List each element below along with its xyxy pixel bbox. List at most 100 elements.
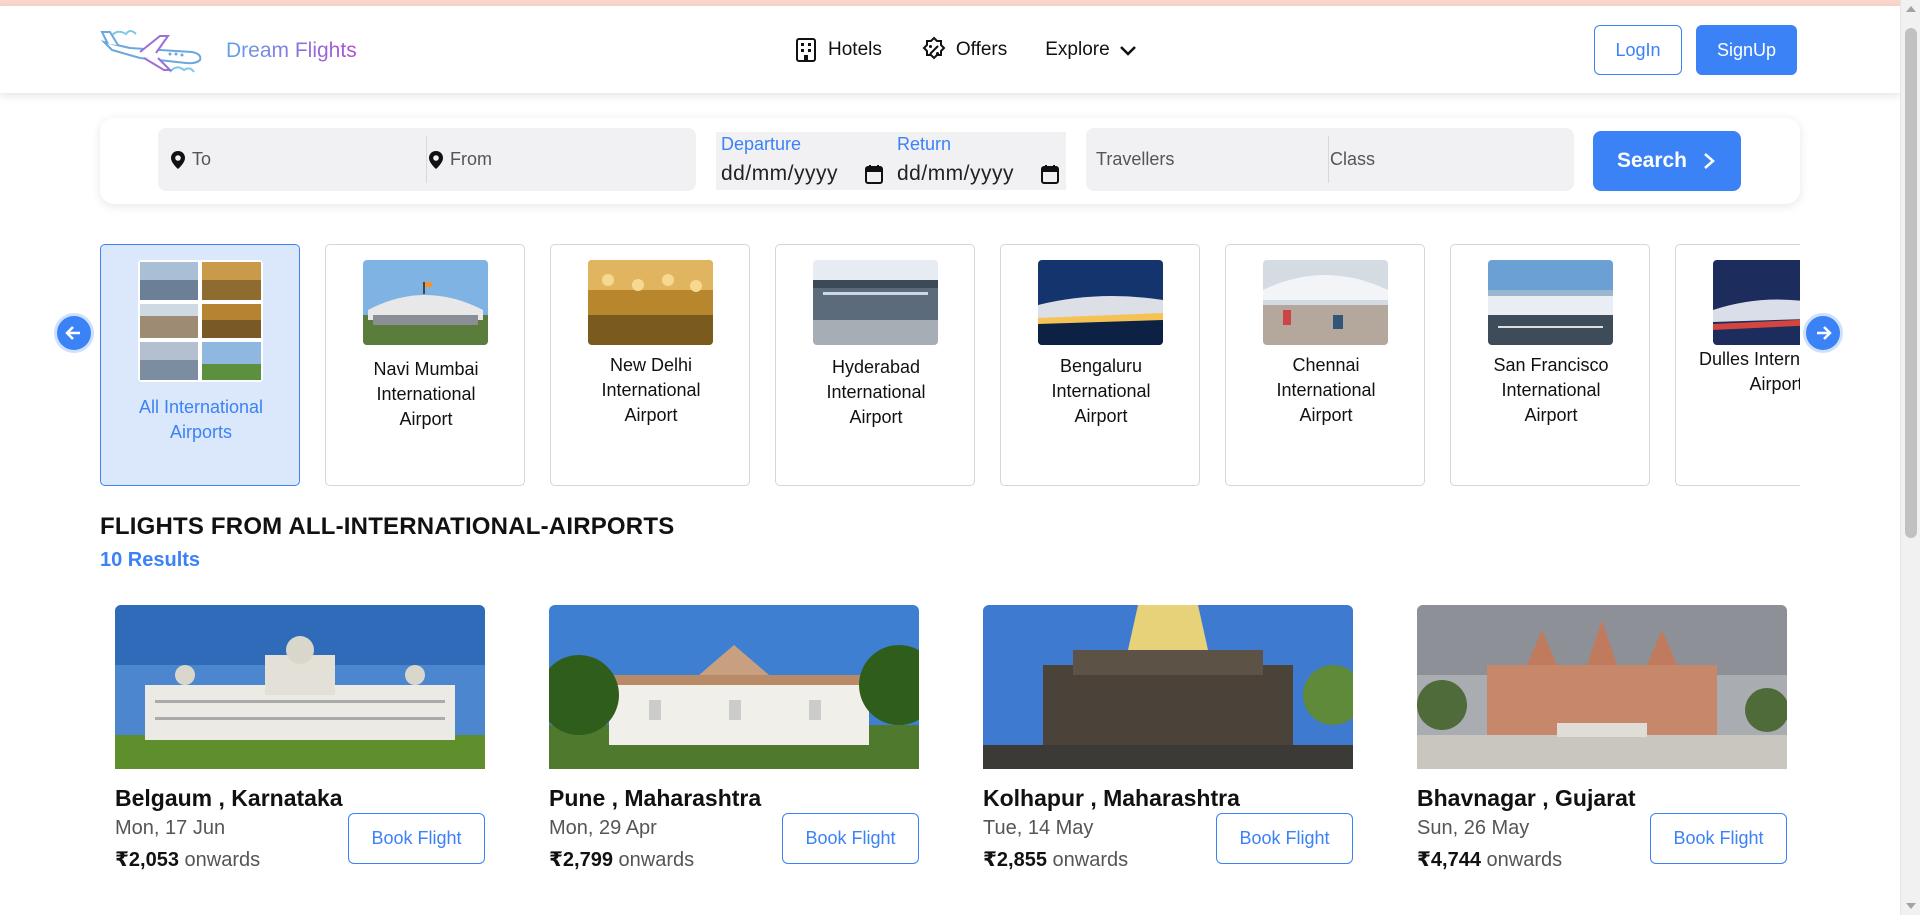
search-button-label: Search (1616, 149, 1688, 172)
flight-card: Pune , Maharashtra Mon, 29 Apr ₹2,799 on… (549, 605, 919, 875)
airplane-logo-icon (100, 30, 202, 73)
brand-name: Dream Flights (226, 39, 357, 62)
price-suffix: onwards (1046, 849, 1129, 871)
destination-city: Pune , Maharashtra (549, 785, 762, 811)
scroll-up-icon[interactable] (1906, 6, 1916, 12)
page-scrollbar[interactable] (1900, 0, 1920, 915)
nav-offers[interactable]: Offers (920, 36, 1007, 64)
date-fields: Departure dd/mm/yyyy Return dd/mm/yyyy (716, 132, 1066, 190)
place-fields: To From (158, 128, 696, 191)
departure-label: Departure (721, 134, 802, 154)
flight-price: ₹2,855 onwards (983, 847, 1128, 872)
flight-price: ₹4,744 onwards (1417, 847, 1562, 872)
book-flight-button[interactable]: Book Flight (348, 813, 485, 864)
chevron-down-icon (1119, 46, 1136, 56)
arrow-right-icon (1817, 326, 1832, 340)
airport-card-chennai[interactable]: Chennai International Airport (1225, 244, 1425, 486)
flight-price: ₹2,799 onwards (549, 847, 694, 872)
traveller-fields: Travellers Class (1086, 128, 1574, 191)
airport-name: New Delhi International Airport (601, 355, 701, 425)
airport-card-san-francisco[interactable]: San Francisco International Airport (1450, 244, 1650, 486)
airport-carousel: All International Airports Navi Mumbai I… (100, 244, 1800, 486)
airport-card-all[interactable]: All International Airports (100, 244, 300, 486)
airport-collage-image (138, 260, 263, 382)
price-suffix: onwards (1480, 849, 1563, 871)
departure-value: dd/mm/yyyy (721, 162, 839, 185)
airport-photo (813, 260, 938, 345)
travellers-placeholder: Travellers (1096, 149, 1175, 169)
return-date-input[interactable]: Return dd/mm/yyyy (892, 132, 1067, 190)
from-input[interactable]: From (428, 128, 688, 191)
search-button[interactable]: Search (1593, 131, 1741, 191)
airport-name: All International Airports (138, 397, 264, 442)
calendar-icon[interactable] (1041, 164, 1059, 184)
airport-photo (363, 260, 488, 345)
book-flight-button[interactable]: Book Flight (782, 813, 919, 864)
return-value: dd/mm/yyyy (897, 162, 1015, 185)
flight-date: Tue, 14 May (983, 817, 1094, 839)
airport-photo (588, 260, 713, 345)
airport-photo (1263, 260, 1388, 345)
flight-card: Kolhapur , Maharashtra Tue, 14 May ₹2,85… (983, 605, 1353, 875)
flight-date: Mon, 17 Jun (115, 817, 226, 839)
to-placeholder: To (192, 149, 212, 169)
flight-card: Bhavnagar , Gujarat Sun, 26 May ₹4,744 o… (1417, 605, 1787, 875)
main-nav: Hotels Offers Explore (792, 36, 1138, 64)
book-flight-button[interactable]: Book Flight (1216, 813, 1353, 864)
header: Dream Flights Hotels Offers Explore LogI… (0, 6, 1900, 93)
destination-photo (1417, 605, 1787, 769)
to-input[interactable]: To (170, 128, 425, 191)
airport-card-bengaluru[interactable]: Bengaluru International Airport (1000, 244, 1200, 486)
flight-date: Mon, 29 Apr (549, 817, 657, 839)
price-suffix: onwards (612, 849, 695, 871)
class-input[interactable]: Class (1330, 128, 1560, 191)
location-pin-icon (429, 150, 443, 169)
airport-photo (1713, 260, 1800, 345)
destination-city: Belgaum , Karnataka (115, 785, 343, 811)
results-count: 10 Results (100, 549, 201, 571)
auth-buttons: LogIn SignUp (1594, 25, 1797, 75)
divider (1328, 136, 1329, 183)
airport-name: Navi Mumbai International Airport (373, 359, 479, 429)
login-button[interactable]: LogIn (1594, 25, 1682, 75)
calendar-icon[interactable] (865, 164, 883, 184)
destination-photo (983, 605, 1353, 769)
brand-logo[interactable]: Dream Flights (100, 18, 357, 84)
nav-hotels-label: Hotels (828, 39, 882, 60)
nav-explore-dropdown[interactable]: Explore (1045, 39, 1137, 61)
airport-card-hyderabad[interactable]: Hyderabad International Airport (775, 244, 975, 486)
airport-card-navi-mumbai[interactable]: Navi Mumbai International Airport (325, 244, 525, 486)
travellers-input[interactable]: Travellers (1096, 128, 1316, 191)
carousel-next-button[interactable] (1803, 313, 1843, 353)
flight-price: ₹2,053 onwards (115, 847, 260, 872)
results-title: FLIGHTS FROM ALL-INTERNATIONAL-AIRPORTS (100, 513, 675, 540)
flight-search-panel: To From Departure dd/mm/yyyy Return dd/m… (100, 118, 1800, 204)
airport-photo (1488, 260, 1613, 345)
signup-button[interactable]: SignUp (1696, 25, 1797, 75)
nav-offers-label: Offers (955, 39, 1008, 60)
airport-photo (1038, 260, 1163, 345)
scroll-down-icon[interactable] (1906, 903, 1916, 909)
divider (426, 136, 427, 183)
arrow-left-icon (65, 326, 80, 340)
return-label: Return (897, 134, 952, 154)
destination-city: Kolhapur , Maharashtra (983, 785, 1240, 811)
scrollbar-thumb[interactable] (1905, 28, 1917, 538)
airport-card-dulles[interactable]: Dulles International Airport (1675, 244, 1800, 486)
class-placeholder: Class (1330, 149, 1376, 169)
chevron-right-icon (1704, 153, 1715, 169)
price-amount: ₹2,799 (549, 849, 613, 871)
from-placeholder: From (450, 149, 492, 169)
airport-name: Chennai International Airport (1276, 355, 1376, 425)
airport-name: San Francisco International Airport (1493, 355, 1609, 425)
airport-card-new-delhi[interactable]: New Delhi International Airport (550, 244, 750, 486)
book-flight-button[interactable]: Book Flight (1650, 813, 1787, 864)
carousel-prev-button[interactable] (54, 313, 94, 353)
building-icon (796, 38, 816, 62)
destination-photo (549, 605, 919, 769)
airport-name: Hyderabad International Airport (826, 357, 926, 427)
flight-date: Sun, 26 May (1417, 817, 1530, 839)
discount-badge-icon (922, 36, 946, 60)
nav-hotels[interactable]: Hotels (792, 36, 882, 64)
departure-date-input[interactable]: Departure dd/mm/yyyy (716, 132, 891, 190)
